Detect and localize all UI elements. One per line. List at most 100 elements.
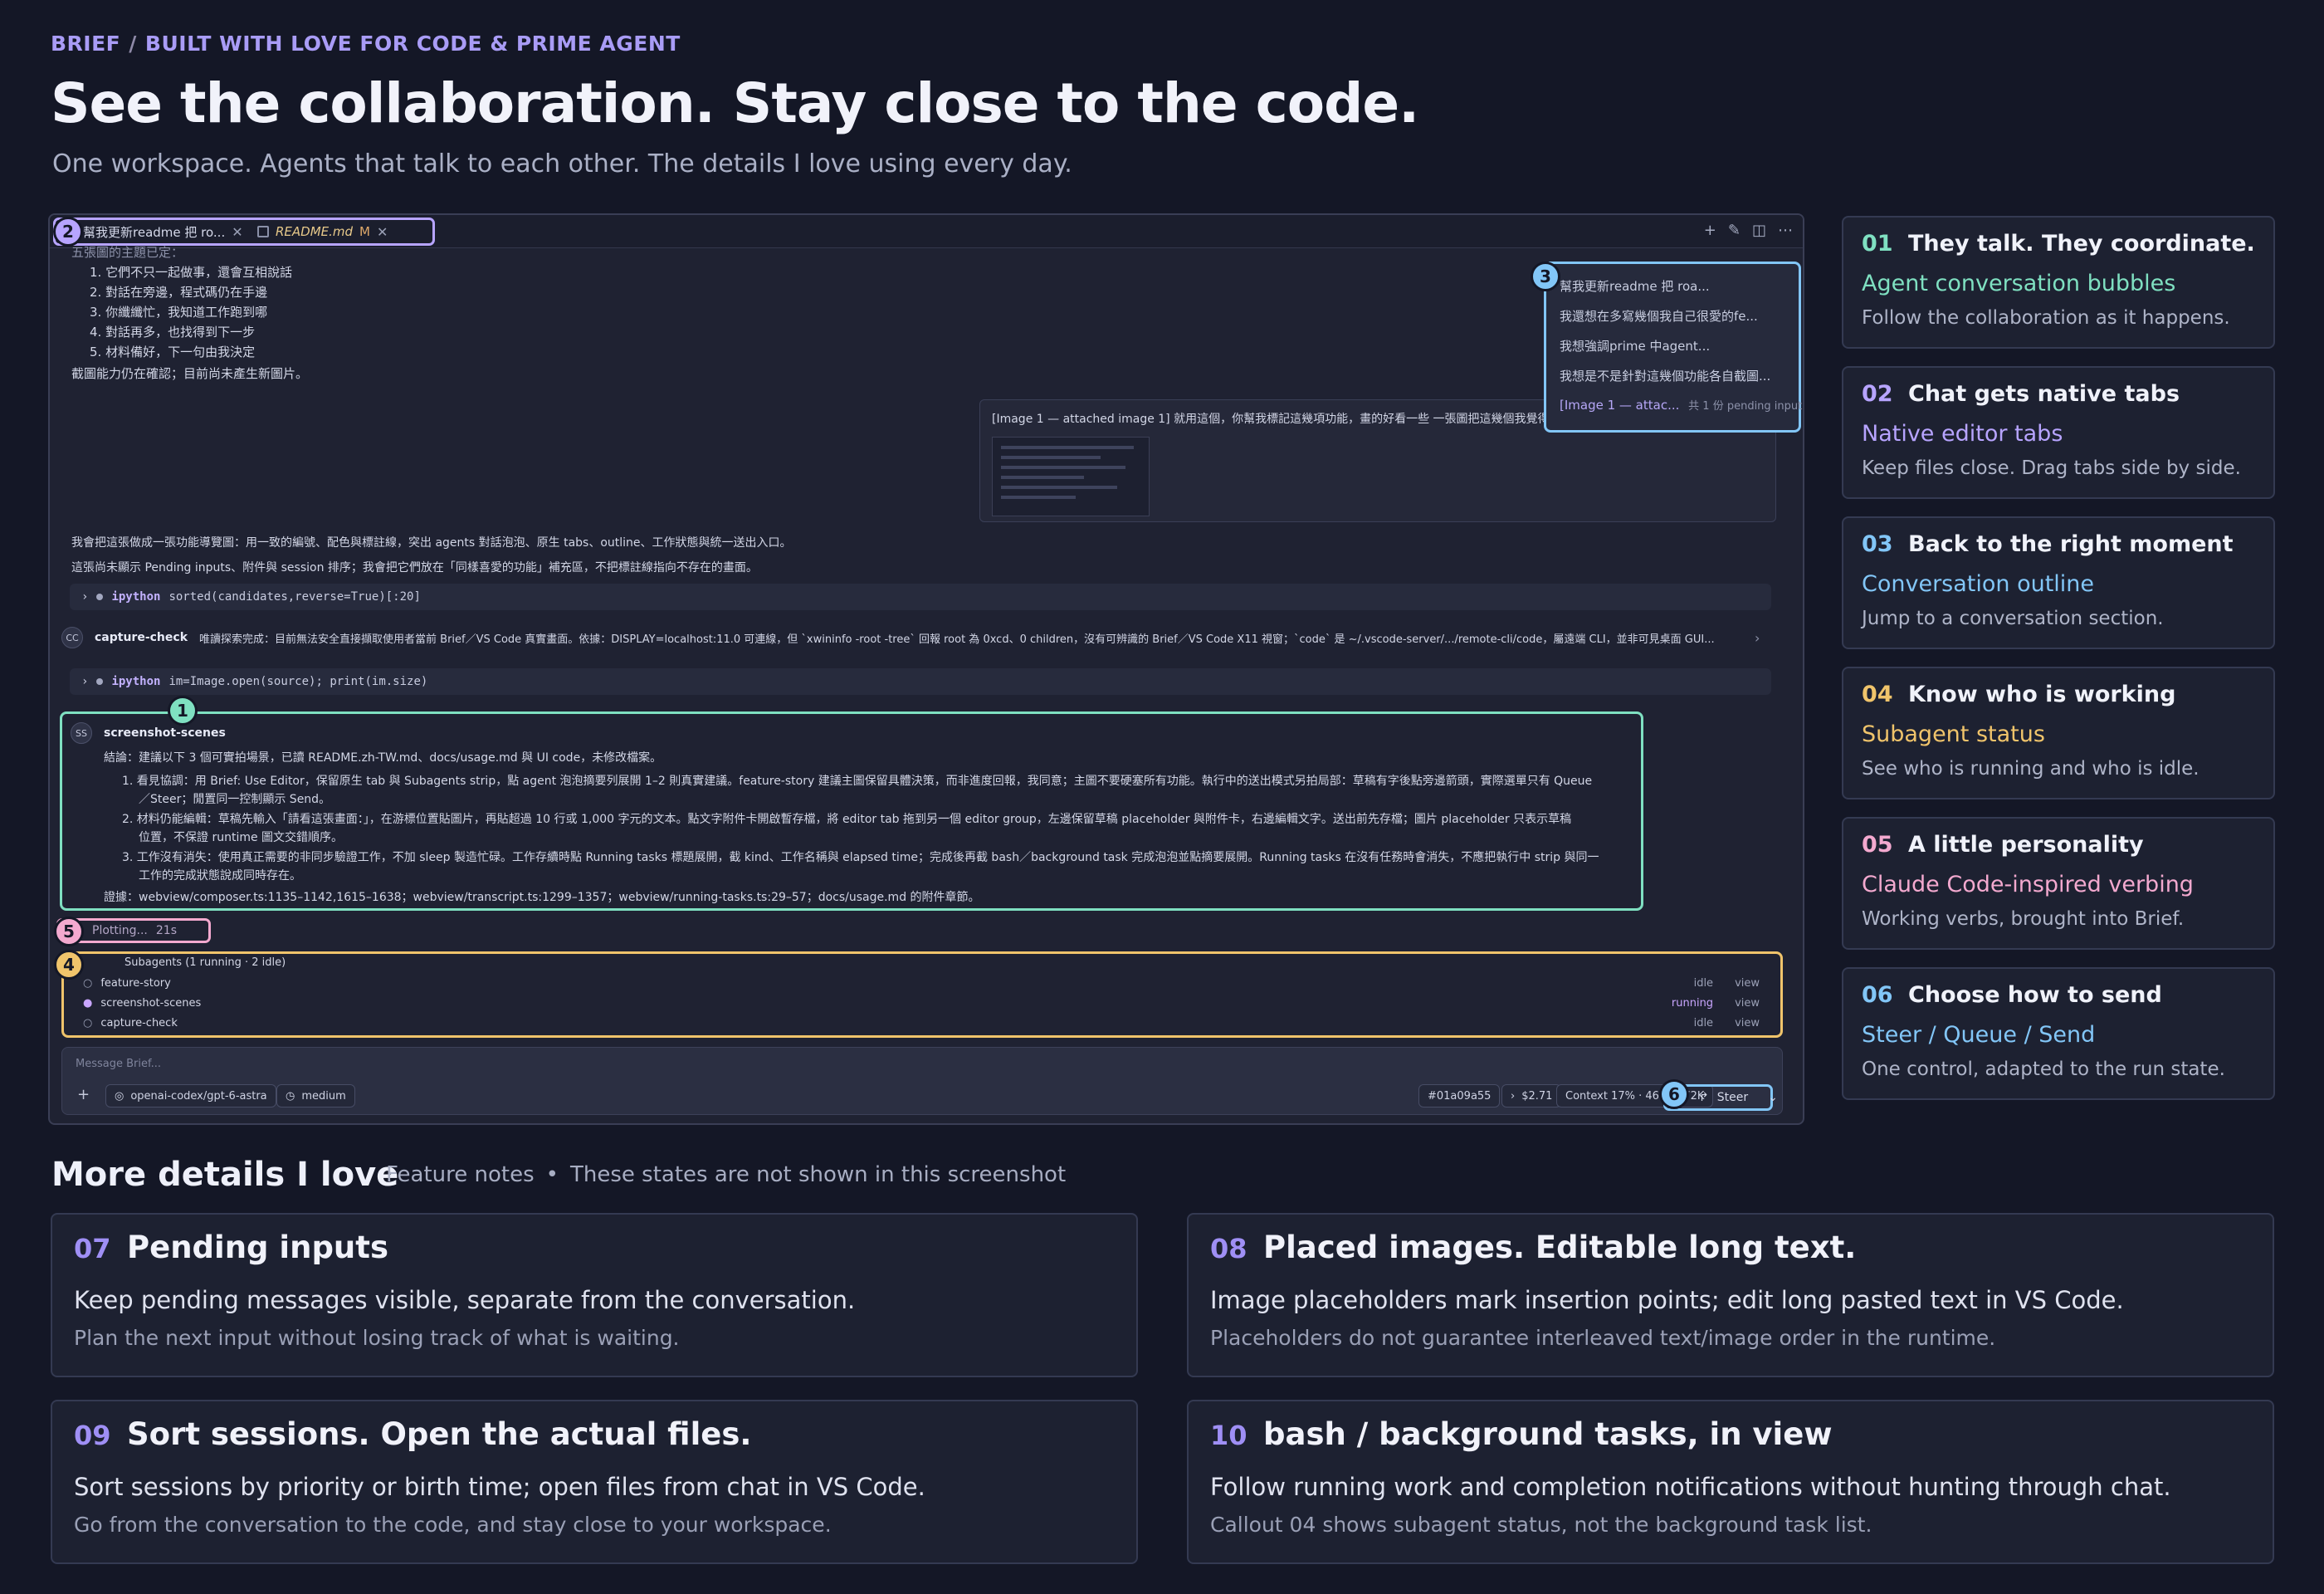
callout-badge: 4 [54, 950, 84, 980]
detail-title: Pending inputs [127, 1230, 388, 1265]
agent-bubble-capture-check[interactable]: CC capture-check 唯讀探索完成：目前無法安全直接擷取使用者當前 … [61, 627, 1760, 648]
feature-title: Know who is working [1908, 682, 2176, 707]
detail-note: Go from the conversation to the code, an… [74, 1513, 832, 1537]
tool-name: ipython [111, 590, 161, 604]
chevron-right-icon: › [81, 590, 89, 604]
list-item: 5. 材料備好，下一句由我決定 [90, 345, 256, 359]
product-screenshot: 幫我更新readme 把 ro... ✕ README.md M ✕ + ✎ ◫… [48, 213, 1804, 1125]
more-details-notes: Feature notes • These states are not shown… [386, 1162, 1066, 1187]
subagent-status: idle [1693, 1017, 1714, 1029]
feature-title: A little personality [1908, 832, 2144, 858]
plus-icon[interactable]: + [1704, 222, 1716, 239]
detail-note: Placeholders do not guarantee interleave… [1210, 1326, 1996, 1350]
message-input[interactable]: Message Brief... [76, 1058, 161, 1070]
list-item: 1. 它們不只一起做事，還會互相說話 [90, 265, 293, 280]
feature-number: 01 [1862, 231, 1893, 257]
subagents-header[interactable]: Subagents (1 running · 2 idle) [124, 956, 286, 969]
notes-label: Feature notes [386, 1162, 535, 1187]
list-item: 工作的完成狀態說成同時存在。 [139, 869, 301, 883]
feature-description: Keep files close. Drag tabs side by side… [1862, 457, 2241, 479]
chevron-right-icon: › [81, 675, 89, 688]
outline-item[interactable]: 我還想在多寫幾個我自己很愛的fe... [1560, 307, 1758, 325]
list-item: 2. 材料仍能編輯：草稿先輸入「請看這張畫面：」，在游標位置貼圖片，再貼超過 1… [122, 813, 1572, 826]
outline-trailing: 共 1 份 pending inputs [1688, 400, 1804, 413]
tab-actions: + ✎ ◫ ⋯ [1704, 222, 1793, 239]
chevron-right-icon[interactable]: › [1755, 630, 1760, 646]
feature-title: Choose how to send [1908, 982, 2162, 1008]
feature-description: See who is running and who is idle. [1862, 758, 2200, 780]
breadcrumb-separator: / [129, 32, 137, 56]
chevron-down-icon[interactable]: ⌄ [1768, 1091, 1778, 1104]
breadcrumb-primary[interactable]: BRIEF [51, 32, 120, 56]
list-item: 3. 工作沒有消失：使用真正需要的非同步驗證工作，不加 sleep 製造忙碌。工… [122, 851, 1599, 864]
conversation-outline: 幫我更新readme 把 roa... 我還想在多寫幾個我自己很愛的fe... … [1544, 262, 1804, 433]
feature-subtitle: Conversation outline [1862, 571, 2095, 597]
callout-2-highlight [53, 218, 435, 246]
subagent-status: running [1671, 997, 1714, 1010]
outline-item[interactable]: 我想強調prime 中agent... [1560, 337, 1710, 354]
subagent-status: idle [1693, 977, 1714, 990]
attached-image-thumbnail[interactable] [992, 437, 1150, 516]
chat-fragment: 五張圖的主題已定： [71, 245, 184, 260]
detail-description: Image placeholders mark insertion points… [1210, 1286, 2124, 1314]
list-item: 1. 看見協調：用 Brief: Use Editor，保留原生 tab 與 S… [122, 775, 1593, 788]
edit-icon[interactable]: ✎ [1728, 222, 1741, 239]
feature-subtitle: Claude Code-inspired verbing [1862, 872, 2194, 897]
agent-bubble-header[interactable]: SS screenshot-scenes [71, 722, 226, 744]
outline-item[interactable]: 幫我更新readme 把 roa... [1560, 277, 1710, 295]
feature-description: One control, adapted to the run state. [1862, 1059, 2225, 1080]
view-link[interactable]: view [1735, 1017, 1760, 1029]
running-dot-icon: ● [83, 997, 93, 1010]
callout-badge: 5 [54, 917, 84, 946]
effort-selector[interactable]: ◷ medium [276, 1084, 355, 1107]
view-link[interactable]: view [1735, 997, 1760, 1010]
callout-badge: 3 [1531, 262, 1560, 291]
detail-description: Sort sessions by priority or birth time;… [74, 1473, 925, 1501]
feature-number: 03 [1862, 531, 1893, 557]
user-message-text: [Image 1 — attached image 1] 就用這個，你幫我標記這… [992, 413, 1623, 426]
detail-description: Keep pending messages visible, separate … [74, 1286, 856, 1314]
send-label: Steer [1716, 1091, 1749, 1104]
feature-title: Back to the right moment [1908, 531, 2234, 557]
detail-number: 10 [1210, 1420, 1247, 1451]
model-selector[interactable]: ◎ openai-codex/gpt-6-astra [105, 1084, 276, 1107]
add-attachment-button[interactable]: + [77, 1086, 90, 1103]
cost-icon: › [1511, 1089, 1516, 1103]
breadcrumb: BRIEF / BUILT WITH LOVE FOR CODE & PRIME A… [51, 32, 681, 56]
message-composer: Message Brief... + ◎ openai-codex/gpt-6-… [61, 1047, 1783, 1115]
feature-description: Jump to a conversation section. [1862, 608, 2164, 629]
feature-title: Chat gets native tabs [1908, 381, 2180, 407]
detail-card: 09 Sort sessions. Open the actual files. S… [51, 1400, 1138, 1564]
tool-name: ipython [111, 675, 161, 688]
feature-card: 04 Know who is working Subagent status See … [1842, 667, 2275, 799]
split-editor-icon[interactable]: ◫ [1752, 222, 1766, 239]
subagent-row[interactable]: ○ capture-check idle view [83, 1017, 1760, 1029]
more-icon[interactable]: ⋯ [1778, 222, 1793, 239]
feature-subtitle: Native editor tabs [1862, 421, 2063, 447]
tool-call-row[interactable]: › ipython sorted(candidates,reverse=True… [70, 584, 1771, 610]
outline-item[interactable]: 我想是不是針對這幾個功能各自截圖... [1560, 367, 1770, 384]
callout-badge: 2 [53, 217, 83, 247]
assistant-plan-line: 這張尚未顯示 Pending inputs、附件與 session 排序；我會把… [71, 561, 758, 575]
list-item: 位置，不保證 runtime 圖文交錯順序。 [139, 831, 344, 844]
tool-call-row[interactable]: › ipython im=Image.open(source); print(i… [70, 668, 1771, 695]
view-link[interactable]: view [1735, 977, 1760, 990]
feature-card: 06 Choose how to send Steer / Queue / Send… [1842, 967, 2275, 1100]
feature-subtitle: Steer / Queue / Send [1862, 1022, 2096, 1048]
agent-name: screenshot-scenes [104, 726, 226, 740]
status-line: 截圖能力仍在確認；目前尚未產生新圖片。 [71, 366, 309, 381]
page-subtitle: One workspace. Agents that talk to each … [52, 149, 1072, 178]
subagent-row[interactable]: ● screenshot-scenes running view [83, 997, 1760, 1010]
feature-card: 01 They talk. They coordinate. Agent conve… [1842, 216, 2275, 349]
status-verb-text: Plotting... [92, 924, 148, 937]
subagent-row[interactable]: ○ feature-story idle view [83, 977, 1760, 990]
outline-item-active[interactable]: [Image 1 — attac... 共 1 份 pending inputs [1560, 397, 1804, 413]
list-item: 3. 你纖纖忙，我知道工作跑到哪 [90, 305, 268, 320]
bullet: • [545, 1162, 559, 1187]
notes-disclaimer: These states are not shown in this scree… [569, 1162, 1067, 1187]
detail-number: 08 [1210, 1233, 1247, 1264]
feature-card: 03 Back to the right moment Conversation o… [1842, 516, 2275, 649]
callout-badge: 1 [168, 696, 198, 726]
feature-number: 05 [1862, 832, 1893, 858]
feature-number: 06 [1862, 982, 1893, 1008]
